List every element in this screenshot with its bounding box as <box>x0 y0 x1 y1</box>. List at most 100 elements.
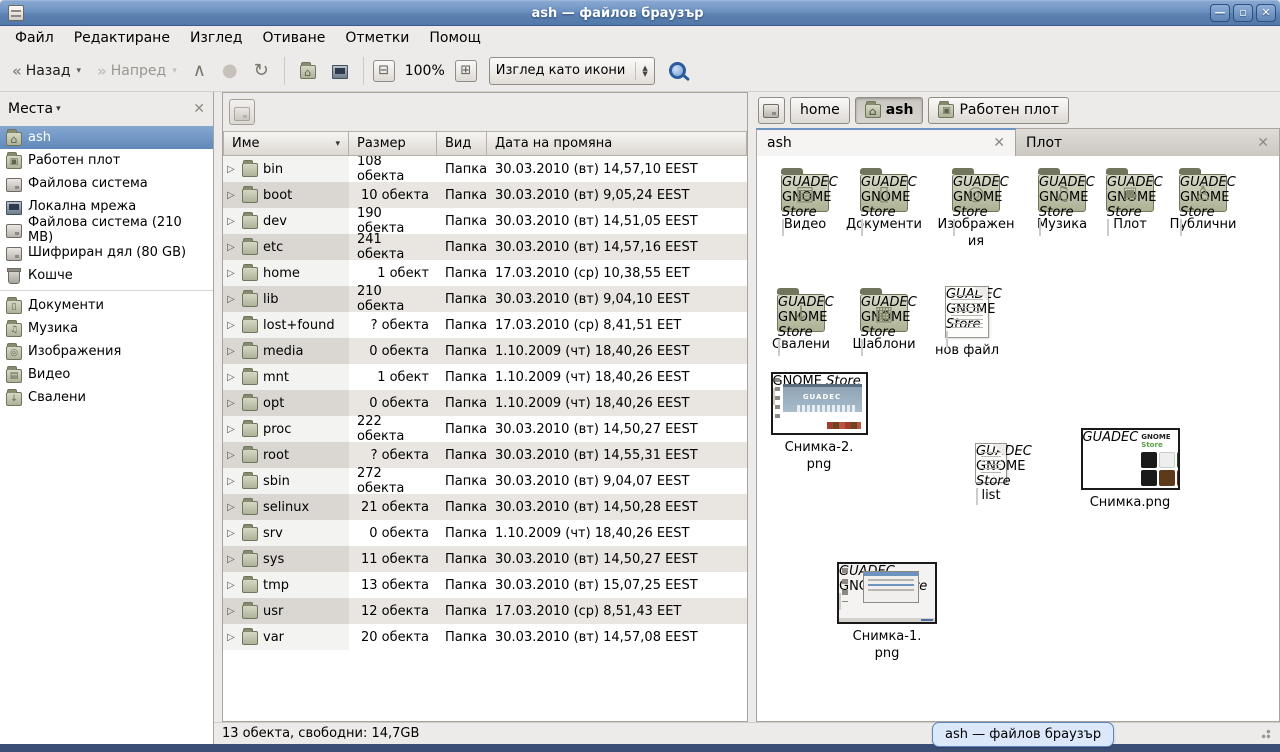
resize-grip[interactable] <box>1260 728 1272 740</box>
sidebar-item-documents[interactable]: Документи <box>0 294 213 317</box>
table-row[interactable]: ▷ mnt 1 обект Папка 1.10.2009 (чт) 18,40… <box>223 364 747 390</box>
table-row[interactable]: ▷ var 20 обекта Папка 30.03.2010 (вт) 14… <box>223 624 747 650</box>
table-row[interactable]: ▷ root ? обекта Папка 30.03.2010 (вт) 14… <box>223 442 747 468</box>
file-list[interactable]: GUADEC GNOME Store list <box>951 441 1031 504</box>
icon-view[interactable]: GUADEC GNOME Store Видео <box>756 156 1280 722</box>
pane-splitter[interactable] <box>214 92 222 722</box>
expander-icon[interactable]: ▷ <box>227 398 237 409</box>
menu-item[interactable]: Редактиране <box>65 28 179 48</box>
sidebar-item-videos[interactable]: Видео <box>0 363 213 386</box>
folder-videos[interactable]: GUADEC GNOME Store Видео <box>763 166 847 233</box>
expander-icon[interactable]: ▷ <box>227 476 237 487</box>
expander-icon[interactable]: ▷ <box>227 268 237 279</box>
expander-icon[interactable]: ▷ <box>227 528 237 539</box>
tree-root-button[interactable] <box>229 99 255 125</box>
maximize-button[interactable]: ▫ <box>1233 4 1253 22</box>
expander-icon[interactable]: ▷ <box>227 580 237 591</box>
table-row[interactable]: ▷ boot 10 обекта Папка 30.03.2010 (вт) 9… <box>223 182 747 208</box>
table-row[interactable]: ▷ usr 12 обекта Папка 17.03.2010 (ср) 8,… <box>223 598 747 624</box>
table-row[interactable]: ▷ opt 0 обекта Папка 1.10.2009 (чт) 18,4… <box>223 390 747 416</box>
sidebar-item-volume-210mb[interactable]: Файлова система (210 MB) <box>0 218 213 241</box>
zoom-out-button[interactable]: ⊟ <box>373 60 395 82</box>
minimize-button[interactable]: — <box>1210 4 1230 22</box>
column-header-type[interactable]: Вид <box>437 131 487 156</box>
expander-icon[interactable]: ▷ <box>227 554 237 565</box>
table-row[interactable]: ▷ bin 108 обекта Папка 30.03.2010 (вт) 1… <box>223 156 747 182</box>
home-button[interactable] <box>294 59 322 83</box>
zoom-in-button[interactable]: ⊞ <box>455 60 477 82</box>
sidebar-item-downloads[interactable]: Свалени <box>0 386 213 409</box>
tab-desktop[interactable]: Плот ✕ <box>1016 128 1280 156</box>
table-row[interactable]: ▷ selinux 21 обекта Папка 30.03.2010 (вт… <box>223 494 747 520</box>
stop-button[interactable]: ● <box>216 58 244 84</box>
expander-icon[interactable]: ▷ <box>227 164 237 175</box>
computer-button[interactable] <box>326 59 354 83</box>
expander-icon[interactable]: ▷ <box>227 606 237 617</box>
sidebar-item-desktop[interactable]: Работен плот <box>0 149 213 172</box>
pane-splitter[interactable] <box>748 92 756 722</box>
menu-item[interactable]: Отиване <box>253 28 334 48</box>
forward-dropdown-icon[interactable]: ▾ <box>170 66 177 76</box>
table-row[interactable]: ▷ dev 190 обекта Папка 30.03.2010 (вт) 1… <box>223 208 747 234</box>
column-header-date[interactable]: Дата на промяна <box>487 131 747 156</box>
close-button[interactable]: ✕ <box>1256 4 1276 22</box>
path-root-button[interactable] <box>758 97 785 124</box>
table-row[interactable]: ▷ media 0 обекта Папка 1.10.2009 (чт) 18… <box>223 338 747 364</box>
expander-icon[interactable]: ▷ <box>227 450 237 461</box>
table-row[interactable]: ▷ sbin 272 обекта Папка 30.03.2010 (вт) … <box>223 468 747 494</box>
expander-icon[interactable]: ▷ <box>227 320 237 331</box>
file-snimka-2-png[interactable]: GUADEC GNOME Store Снимка-2. png <box>764 372 874 473</box>
expander-icon[interactable]: ▷ <box>227 632 237 643</box>
table-row[interactable]: ▷ lib 210 обекта Папка 30.03.2010 (вт) 9… <box>223 286 747 312</box>
sidebar-item-trash[interactable]: Кошче <box>0 264 213 287</box>
table-row[interactable]: ▷ proc 222 обекта Папка 30.03.2010 (вт) … <box>223 416 747 442</box>
folder-public[interactable]: GUADEC GNOME Store Публични <box>1155 166 1251 233</box>
sidebar-item-pictures[interactable]: Изображения <box>0 340 213 363</box>
forward-button[interactable]: » Напред ▾ <box>91 58 183 84</box>
search-icon[interactable] <box>669 62 686 79</box>
expander-icon[interactable]: ▷ <box>227 294 237 305</box>
file-snimka-png[interactable]: GUADEC GNOME Store Снимка.png <box>1075 428 1185 511</box>
expander-icon[interactable]: ▷ <box>227 424 237 435</box>
table-row[interactable]: ▷ home 1 обект Папка 17.03.2010 (ср) 10,… <box>223 260 747 286</box>
expander-icon[interactable]: ▷ <box>227 190 237 201</box>
tab-close-icon[interactable]: ✕ <box>993 135 1005 151</box>
path-home-button[interactable]: home <box>790 97 850 124</box>
sidebar-close-icon[interactable]: ✕ <box>193 101 205 117</box>
table-row[interactable]: ▷ tmp 13 обекта Папка 30.03.2010 (вт) 15… <box>223 572 747 598</box>
sidebar-item-encrypted-80gb[interactable]: Шифриран дял (80 GB) <box>0 241 213 264</box>
tab-close-icon[interactable]: ✕ <box>1257 135 1269 151</box>
expander-icon[interactable]: ▷ <box>227 372 237 383</box>
sidebar-title[interactable]: Места <box>8 101 53 117</box>
reload-button[interactable]: ↻ <box>248 58 275 84</box>
chevron-down-icon[interactable]: ▾ <box>56 104 61 114</box>
column-header-name[interactable]: Име ▾ <box>223 131 349 156</box>
file-new-file[interactable]: GUADEC GNOME Store нов файл <box>925 284 1009 359</box>
tab-ash[interactable]: ash ✕ <box>756 128 1016 156</box>
table-row[interactable]: ▷ lost+found ? обекта Папка 17.03.2010 (… <box>223 312 747 338</box>
folder-templates[interactable]: GUADEC GNOME Store Шаблони <box>842 286 926 353</box>
path-current-button[interactable]: ash <box>855 97 924 124</box>
sidebar-item-home-ash[interactable]: ash <box>0 126 213 149</box>
folder-downloads[interactable]: GUADEC GNOME Store Свалени <box>759 286 843 353</box>
column-header-size[interactable]: Размер <box>349 131 437 156</box>
expander-icon[interactable]: ▷ <box>227 216 237 227</box>
path-desktop-button[interactable]: Работен плот <box>928 97 1068 124</box>
folder-documents[interactable]: GUADEC GNOME Store Документи <box>836 166 932 233</box>
file-snimka-1-png[interactable]: GUADEC GNOME Store Снимка-1. png <box>832 562 942 662</box>
table-row[interactable]: ▷ srv 0 обекта Папка 1.10.2009 (чт) 18,4… <box>223 520 747 546</box>
back-button[interactable]: « Назад ▾ <box>6 58 87 84</box>
sidebar-item-filesystem[interactable]: Файлова система <box>0 172 213 195</box>
folder-pictures[interactable]: GUADEC GNOME Store Изображен ия <box>928 166 1024 250</box>
menu-item[interactable]: Помощ <box>420 28 489 48</box>
menu-item[interactable]: Отметки <box>336 28 418 48</box>
titlebar[interactable]: ash — файлов браузър — ▫ ✕ <box>0 0 1280 26</box>
view-mode-select[interactable]: Изглед като икони ▲▼ <box>489 57 655 85</box>
sidebar-item-music[interactable]: Музика <box>0 317 213 340</box>
expander-icon[interactable]: ▷ <box>227 346 237 357</box>
table-row[interactable]: ▷ sys 11 обекта Папка 30.03.2010 (вт) 14… <box>223 546 747 572</box>
menu-item[interactable]: Изглед <box>181 28 252 48</box>
back-dropdown-icon[interactable]: ▾ <box>75 66 82 76</box>
table-row[interactable]: ▷ etc 241 обекта Папка 30.03.2010 (вт) 1… <box>223 234 747 260</box>
menu-item[interactable]: Файл <box>6 28 63 48</box>
